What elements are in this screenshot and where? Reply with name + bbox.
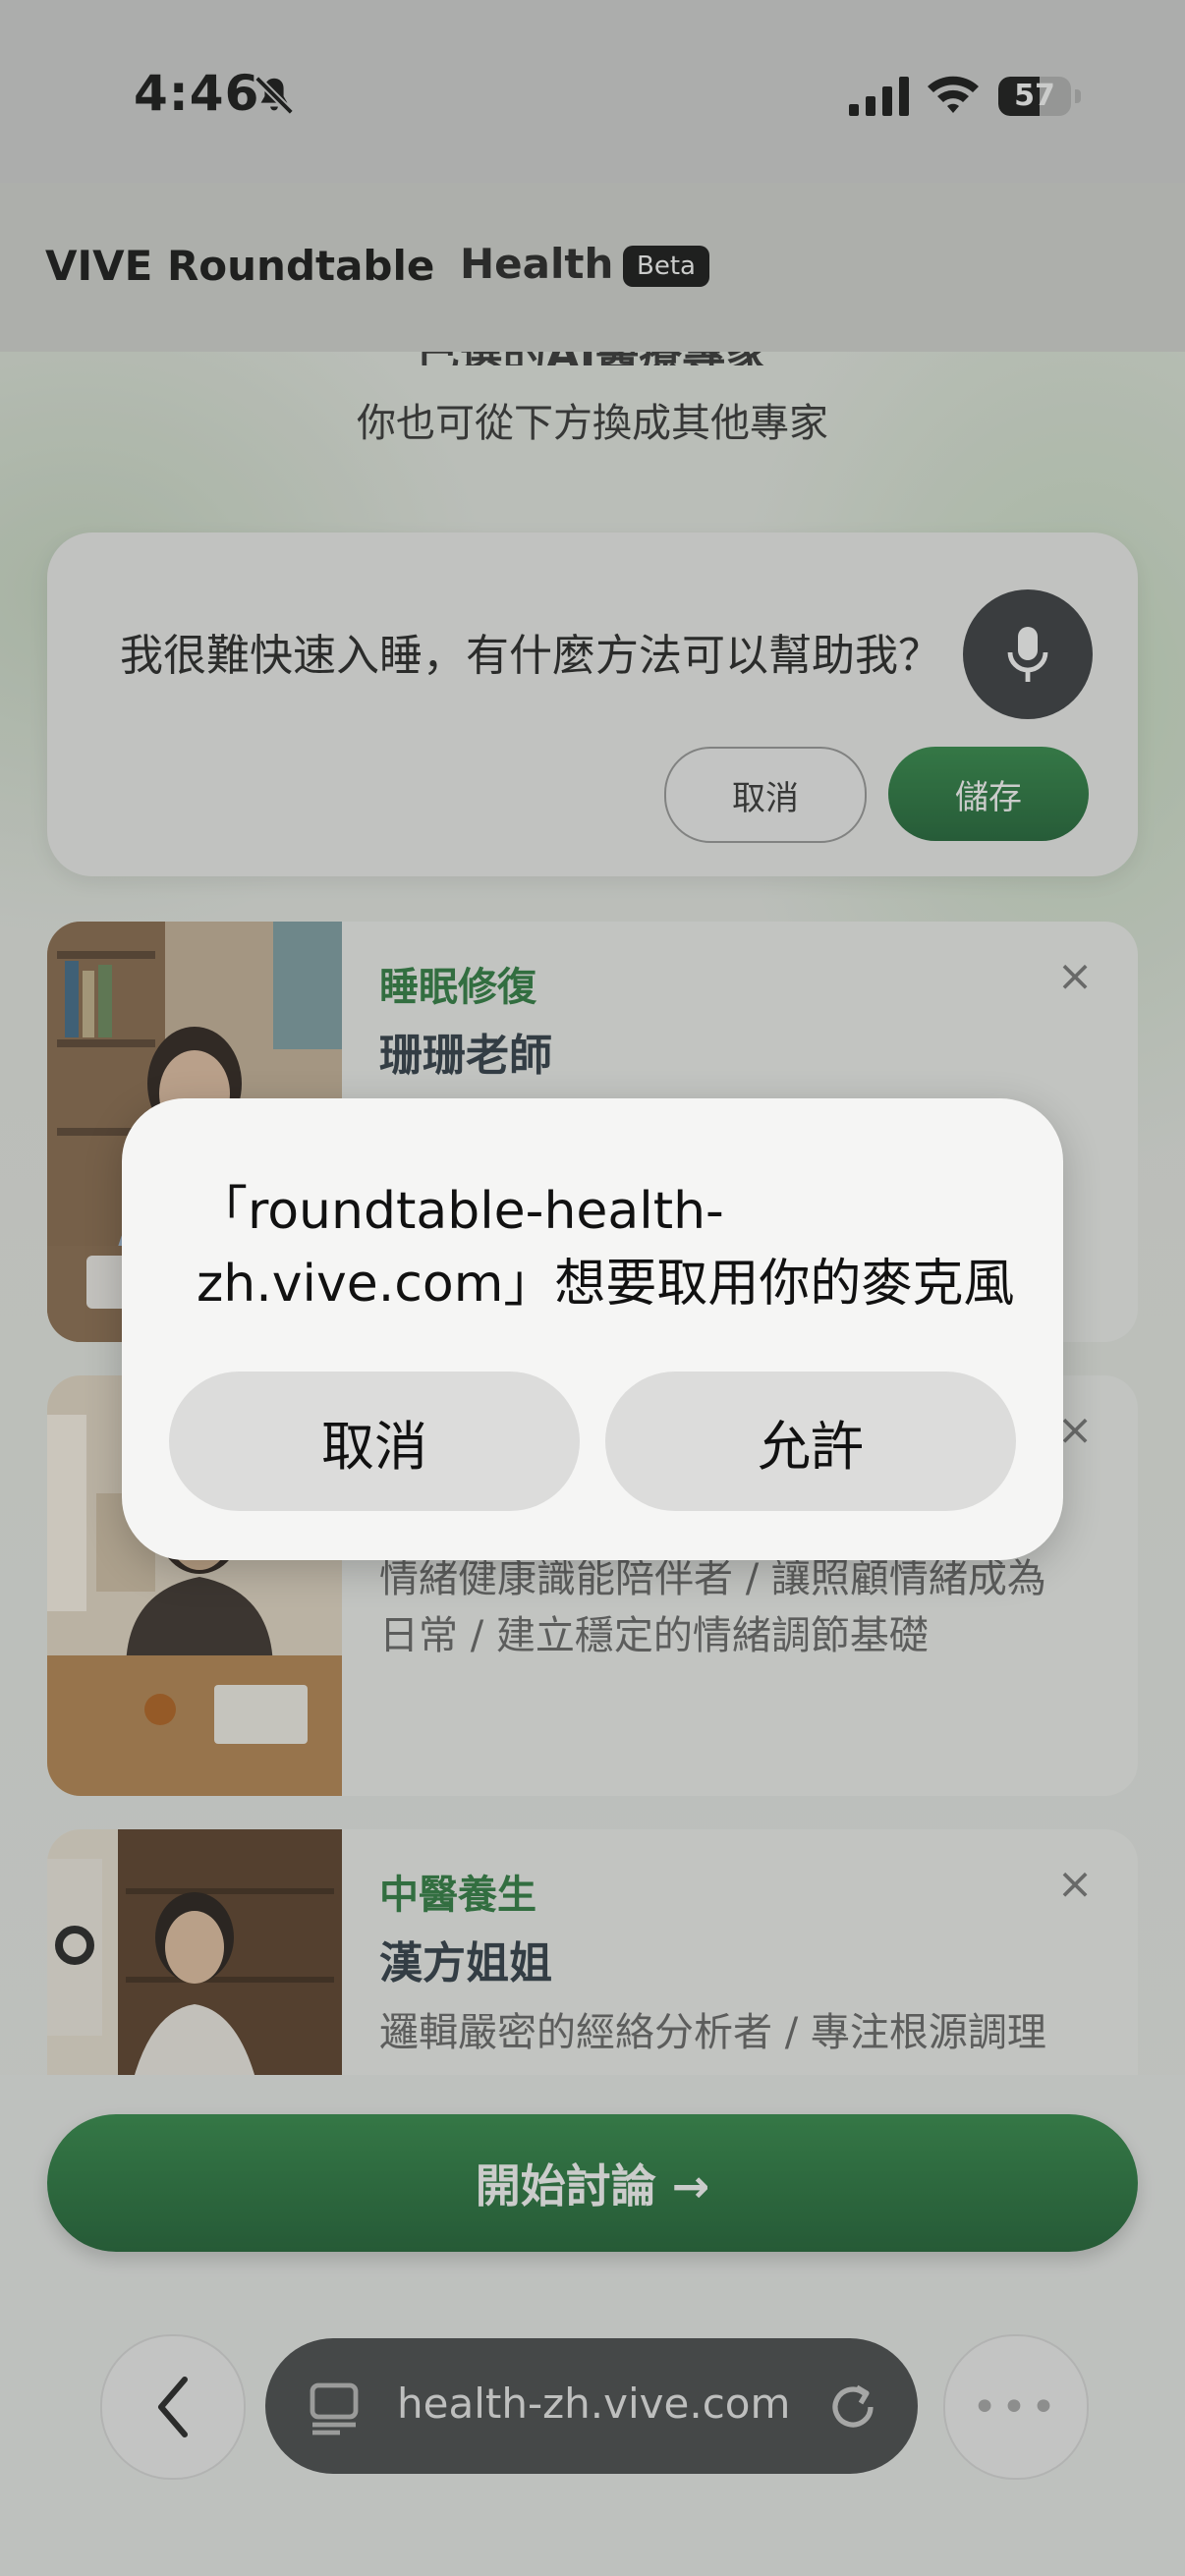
dialog-allow-button[interactable]: 允許: [605, 1372, 1016, 1511]
microphone-permission-dialog: 「roundtable-health-zh.vive.com」想要取用你的麥克風…: [122, 1098, 1063, 1560]
dialog-cancel-button[interactable]: 取消: [169, 1372, 580, 1511]
dialog-message: 「roundtable-health-zh.vive.com」想要取用你的麥克風: [197, 1182, 1015, 1314]
